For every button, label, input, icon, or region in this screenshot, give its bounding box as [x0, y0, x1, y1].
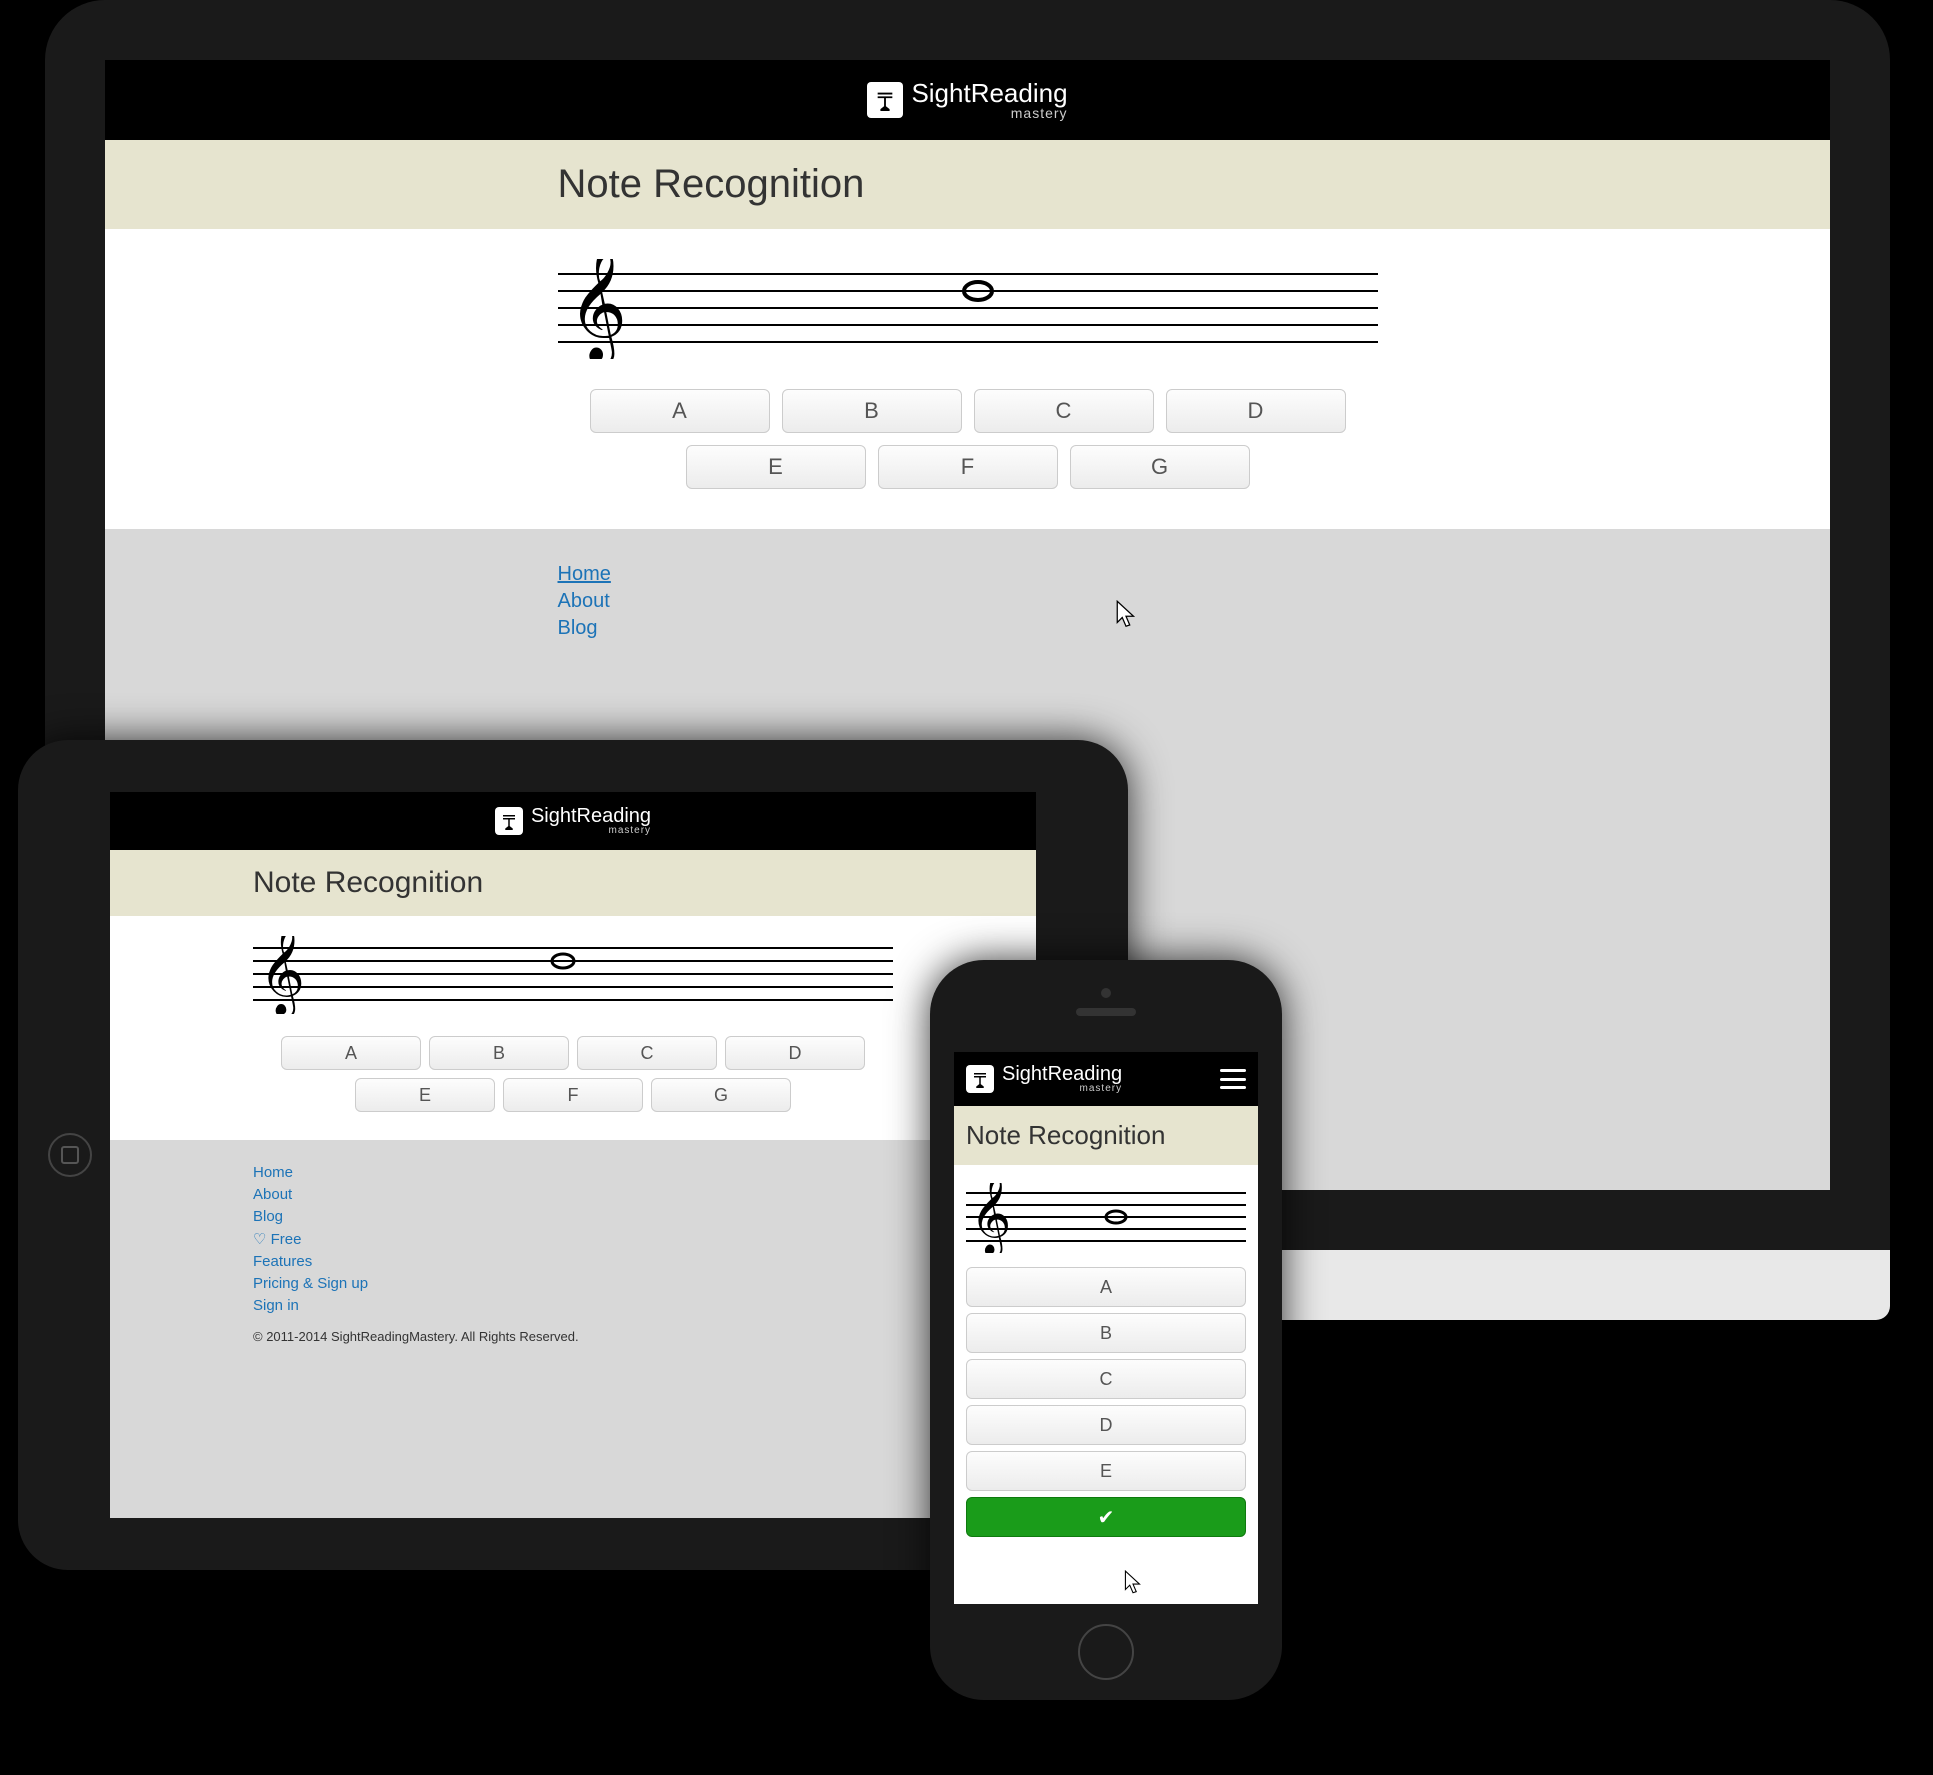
answer-button-a[interactable]: A [590, 389, 770, 433]
confirm-button[interactable]: ✔ [966, 1497, 1246, 1537]
ipad-screen: SightReading mastery Note Recognition [110, 792, 1036, 1518]
answer-button-g[interactable]: G [651, 1078, 791, 1112]
answer-button-b[interactable]: B [782, 389, 962, 433]
logo-sub-text: mastery [531, 826, 651, 836]
answer-button-f[interactable]: F [878, 445, 1058, 489]
footer-link-free[interactable]: ♡ Free [253, 1231, 301, 1248]
app-header: SightReading mastery [954, 1052, 1258, 1106]
answer-button-e[interactable]: E [355, 1078, 495, 1112]
answer-button-f[interactable]: F [503, 1078, 643, 1112]
answer-row-1: A B C D [253, 1036, 893, 1070]
staff-area: 𝄞 [954, 1165, 1258, 1267]
footer-link-home[interactable]: Home [558, 563, 611, 585]
treble-clef-icon: 𝄞 [259, 936, 305, 1014]
footer: Home About Blog ♡ Free Features Pricing … [110, 1140, 1036, 1364]
iphone-screen: SightReading mastery Note Recognition 𝄞 [954, 1052, 1258, 1604]
logo-main-text: SightReading [531, 806, 651, 826]
answer-button-d[interactable]: D [725, 1036, 865, 1070]
iphone-frame: SightReading mastery Note Recognition 𝄞 [930, 960, 1282, 1700]
answer-button-c[interactable]: C [577, 1036, 717, 1070]
cursor-icon [1124, 1570, 1142, 1596]
check-icon: ✔ [1098, 1505, 1115, 1530]
footer-links: Home About Blog [558, 563, 1378, 640]
ipad-home-button[interactable] [48, 1133, 92, 1177]
answer-button-c[interactable]: C [966, 1359, 1246, 1399]
app-header: SightReading mastery [110, 792, 1036, 850]
logo-text: SightReading mastery [911, 80, 1067, 120]
app-header: SightReading mastery [105, 60, 1830, 140]
footer: Home About Blog [105, 529, 1830, 674]
menu-icon[interactable] [1220, 1069, 1246, 1089]
iphone-home-button[interactable] [1078, 1624, 1134, 1680]
answer-row-2: E F G [558, 445, 1378, 489]
answer-button-d[interactable]: D [1166, 389, 1346, 433]
treble-clef-icon: 𝄞 [568, 259, 627, 359]
music-stand-icon [867, 82, 903, 118]
answer-button-e[interactable]: E [966, 1451, 1246, 1491]
title-band: Note Recognition [110, 850, 1036, 916]
music-staff: 𝄞 [558, 259, 1378, 359]
cursor-icon [1115, 600, 1137, 630]
answer-button-b[interactable]: B [429, 1036, 569, 1070]
page-title: Note Recognition [966, 1120, 1246, 1151]
footer-link-about[interactable]: About [253, 1186, 292, 1203]
answer-button-g[interactable]: G [1070, 445, 1250, 489]
answer-button-d[interactable]: D [966, 1405, 1246, 1445]
music-stand-icon [966, 1065, 994, 1093]
app-logo[interactable]: SightReading mastery [495, 806, 651, 836]
page-title: Note Recognition [253, 866, 893, 900]
app-logo[interactable]: SightReading mastery [867, 80, 1067, 120]
footer-link-pricing[interactable]: Pricing & Sign up [253, 1275, 368, 1292]
iphone-camera [1101, 988, 1111, 998]
answer-button-a[interactable]: A [966, 1267, 1246, 1307]
staff-area: 𝄞 A B C D E F G [105, 229, 1830, 529]
answer-button-a[interactable]: A [281, 1036, 421, 1070]
staff-area: 𝄞 A B C D E F G [110, 916, 1036, 1140]
answers-column: A B C D E ✔ [954, 1267, 1258, 1537]
answer-button-e[interactable]: E [686, 445, 866, 489]
answer-row-1: A B C D [558, 389, 1378, 433]
logo-text: SightReading mastery [1002, 1064, 1122, 1094]
logo-sub-text: mastery [911, 106, 1067, 120]
footer-links: Home About Blog ♡ Free Features Pricing … [253, 1164, 893, 1315]
footer-link-features[interactable]: Features [253, 1253, 312, 1270]
title-band: Note Recognition [954, 1106, 1258, 1165]
footer-link-about[interactable]: About [558, 590, 610, 612]
logo-text: SightReading mastery [531, 806, 651, 836]
logo-sub-text: mastery [1002, 1084, 1122, 1094]
treble-clef-icon: 𝄞 [970, 1183, 1011, 1253]
copyright-text: © 2011-2014 SightReadingMastery. All Rig… [253, 1329, 893, 1344]
answer-button-b[interactable]: B [966, 1313, 1246, 1353]
iphone-speaker [1076, 1008, 1136, 1016]
footer-link-signin[interactable]: Sign in [253, 1297, 299, 1314]
footer-link-blog[interactable]: Blog [253, 1208, 283, 1225]
footer-link-home[interactable]: Home [253, 1164, 293, 1181]
music-stand-icon [495, 807, 523, 835]
footer-link-blog[interactable]: Blog [558, 617, 598, 639]
answer-button-c[interactable]: C [974, 389, 1154, 433]
logo-main-text: SightReading [1002, 1064, 1122, 1084]
music-staff: 𝄞 [966, 1183, 1246, 1253]
title-band: Note Recognition [105, 140, 1830, 229]
logo-main-text: SightReading [911, 80, 1067, 106]
music-staff: 𝄞 [253, 936, 893, 1014]
answer-row-2: E F G [253, 1078, 893, 1112]
page-title: Note Recognition [558, 162, 1378, 207]
